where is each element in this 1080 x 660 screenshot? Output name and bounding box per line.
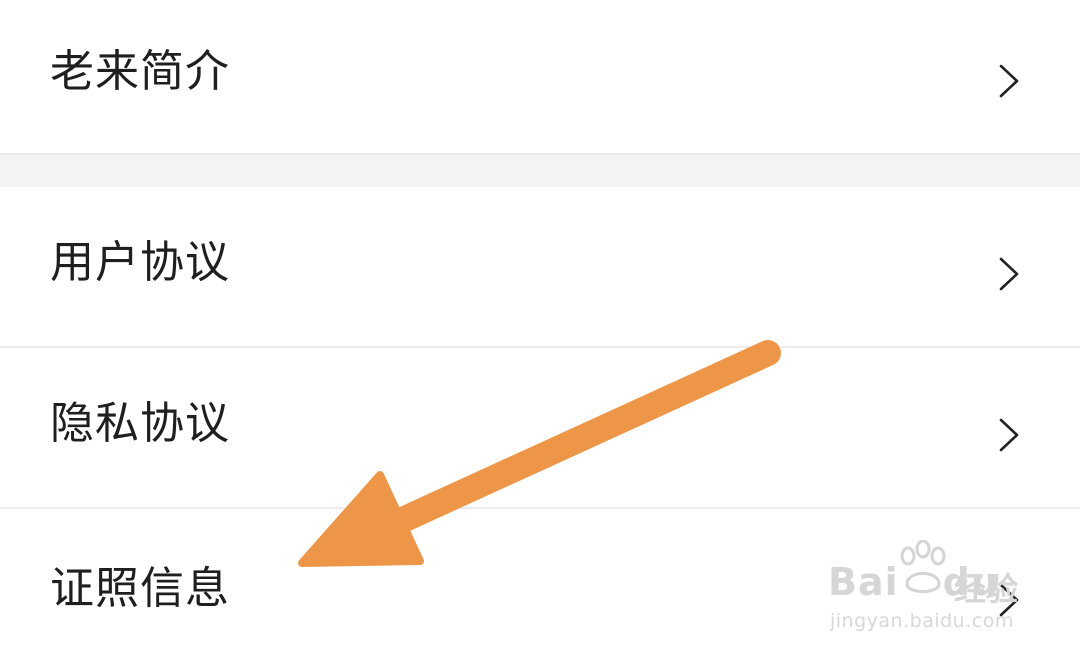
chevron-right-icon <box>999 418 1019 452</box>
settings-menu: 老来简介 用户协议 隐私协议 证照信息 <box>0 0 1080 660</box>
menu-item-label: 隐私协议 <box>50 398 230 449</box>
menu-item-user-agreement[interactable]: 用户协议 <box>0 187 1080 346</box>
chevron-right-icon <box>999 64 1019 98</box>
menu-item-label: 用户协议 <box>50 237 230 288</box>
menu-item-label: 证照信息 <box>50 563 230 614</box>
menu-item-privacy-agreement[interactable]: 隐私协议 <box>0 348 1080 507</box>
menu-item-label: 老来简介 <box>50 46 230 97</box>
chevron-right-icon <box>999 257 1019 291</box>
menu-item-about[interactable]: 老来简介 <box>0 0 1080 153</box>
chevron-right-icon <box>999 583 1019 617</box>
menu-item-license-info[interactable]: 证照信息 <box>0 509 1080 660</box>
section-separator <box>0 153 1080 188</box>
